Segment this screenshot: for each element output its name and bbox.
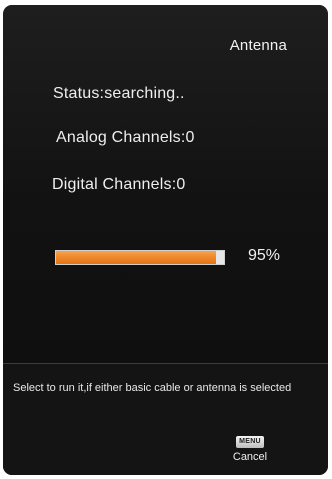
status-label: Status: <box>53 85 105 102</box>
digital-channels-line: Digital Channels:0 <box>52 176 185 194</box>
cancel-button[interactable]: MENU Cancel <box>225 436 281 472</box>
menu-title: Antenna <box>229 37 287 54</box>
analog-channels-line: Analog Channels:0 <box>56 129 195 147</box>
scan-progress-percent: 95% <box>248 247 281 264</box>
help-area: Select to run it,if either basic cable o… <box>3 364 328 475</box>
screen: Antenna Status:searching.. Analog Channe… <box>0 0 332 479</box>
scan-progress-bar <box>55 250 225 265</box>
scan-main-area: Antenna Status:searching.. Analog Channe… <box>3 5 328 364</box>
digital-channels-count: 0 <box>176 176 186 193</box>
status-value: searching.. <box>104 85 185 102</box>
help-text: Select to run it,if either basic cable o… <box>13 382 292 394</box>
analog-channels-label: Analog Channels: <box>56 129 186 146</box>
analog-channels-count: 0 <box>185 129 195 146</box>
scan-panel: Antenna Status:searching.. Analog Channe… <box>3 5 328 475</box>
digital-channels-label: Digital Channels: <box>52 176 177 193</box>
scan-progress-fill <box>56 251 216 264</box>
scan-status-line: Status:searching.. <box>53 85 185 103</box>
menu-key-icon: MENU <box>236 436 264 448</box>
cancel-label: Cancel <box>232 451 268 463</box>
